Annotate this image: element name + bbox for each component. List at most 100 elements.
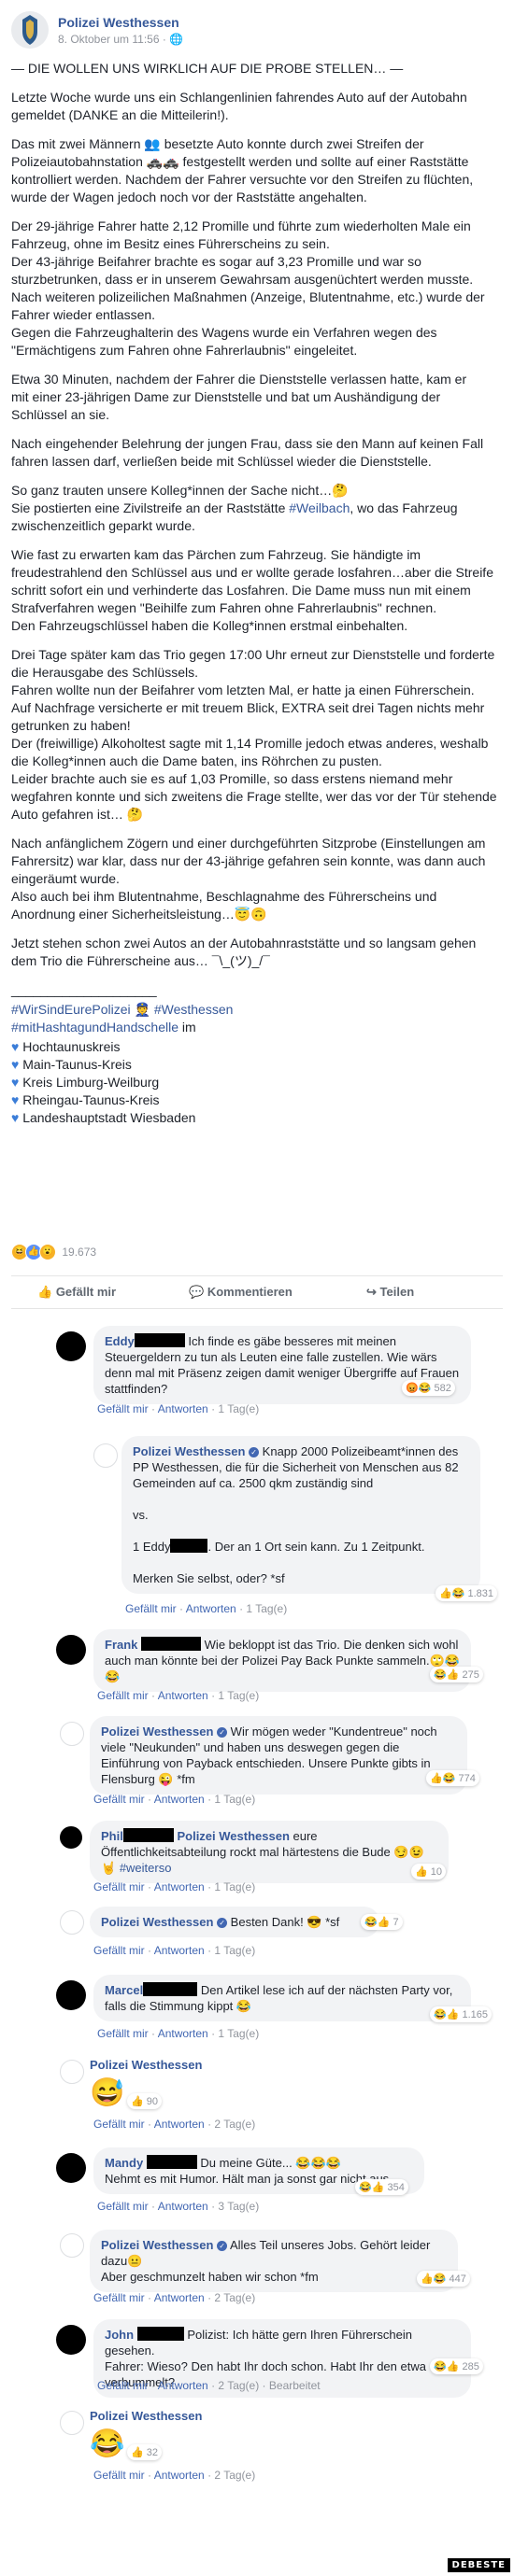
reaction-count: 1.165 — [462, 2009, 488, 2020]
comment-reactions[interactable]: 👍 90 — [127, 2093, 163, 2109]
police-badge-avatar[interactable] — [60, 2411, 84, 2435]
police-badge-avatar[interactable] — [93, 1443, 118, 1468]
comment-reactions[interactable]: 😡😂 582 — [402, 1380, 455, 1396]
comment-reactions[interactable]: 👍😂 447 — [417, 2271, 470, 2287]
comment-meta: Gefällt mir · Antworten · 2 Tag(e) — [93, 2118, 256, 2131]
commenter-name[interactable]: Polizei Westhessen — [101, 1915, 213, 1929]
comment-time[interactable]: 2 Tag(e) — [214, 2118, 255, 2131]
commenter-name[interactable]: Marcel — [105, 1983, 143, 1997]
comment: Marcel Den Artikel lese ich auf der näch… — [0, 1975, 514, 2046]
comment-reply-link[interactable]: Antworten — [158, 2200, 208, 2213]
comment-time[interactable]: 1 Tag(e) — [214, 1944, 255, 1957]
comment-reply: Polizei Westhessen ✓ Alles Teil unseres … — [0, 2230, 514, 2308]
commenter-name[interactable]: Eddy — [105, 1334, 135, 1348]
comment-reply-link[interactable]: Antworten — [158, 1689, 208, 1702]
page-name[interactable]: Polizei Westhessen — [58, 15, 179, 30]
comment-like-link[interactable]: Gefällt mir — [97, 1402, 149, 1415]
reaction-count: 447 — [449, 2273, 466, 2285]
avatar[interactable] — [56, 1635, 86, 1665]
police-badge-avatar[interactable] — [60, 2060, 84, 2084]
comment-reply-link[interactable]: Antworten — [186, 1602, 236, 1615]
police-badge-avatar[interactable] — [11, 11, 49, 49]
commenter-name[interactable]: Polizei Westhessen — [101, 2238, 213, 2252]
comment-like-link[interactable]: Gefällt mir — [97, 2379, 149, 2392]
comment-time[interactable]: 2 Tag(e) — [214, 2469, 255, 2482]
comment-time[interactable]: 1 Tag(e) — [214, 1793, 255, 1806]
commenter-name[interactable]: Polizei Westhessen — [101, 1724, 213, 1738]
region-label: Rheingau-Taunus-Kreis — [22, 1092, 160, 1107]
hashtag-link[interactable]: #Weilbach — [289, 500, 350, 515]
comment-like-link[interactable]: Gefällt mir — [93, 1880, 145, 1893]
comment-reactions[interactable]: 😂👍 275 — [430, 1667, 483, 1682]
comment-reply-link[interactable]: Antworten — [154, 1880, 205, 1893]
comment-like-link[interactable]: Gefällt mir — [93, 2469, 145, 2482]
comment-like-link[interactable]: Gefällt mir — [97, 1689, 149, 1702]
verified-icon: ✓ — [217, 1918, 228, 1928]
comment-reply-link[interactable]: Antworten — [158, 2027, 208, 2040]
comment-time[interactable]: 1 Tag(e) — [214, 1880, 255, 1893]
avatar[interactable] — [56, 1980, 86, 2010]
police-badge-avatar[interactable] — [60, 2233, 84, 2258]
comment-time[interactable]: 1 Tag(e) — [218, 2027, 259, 2040]
comment-reply-link[interactable]: Antworten — [158, 2379, 208, 2392]
reaction-count: 774 — [458, 1773, 476, 1784]
tagged-page-link[interactable]: Polizei Westhessen — [177, 1829, 289, 1843]
commenter-name[interactable]: Polizei Westhessen — [90, 2409, 202, 2423]
post-paragraph: Nach anfänglichem Zögern und einer durch… — [11, 836, 486, 922]
comment-reactions[interactable]: 😂👍 7 — [361, 1914, 403, 1930]
comment-like-link[interactable]: Gefällt mir — [97, 2200, 149, 2213]
like-button[interactable]: 👍 Gefällt mir — [37, 1285, 116, 1300]
divider-text: ____________________ — [11, 982, 157, 997]
avatar[interactable] — [56, 2325, 86, 2355]
comment-reply-link[interactable]: Antworten — [154, 1793, 205, 1806]
hashtag-link[interactable]: #mitHashtagundHandschelle — [11, 1020, 178, 1035]
comment-reactions[interactable]: 👍😂 1.831 — [435, 1585, 497, 1601]
comment-reactions[interactable]: 😂👍 285 — [430, 2358, 483, 2374]
comment-reply-link[interactable]: Antworten — [154, 2118, 205, 2131]
avatar[interactable] — [60, 1826, 82, 1849]
comment-reactions[interactable]: 👍😂 774 — [426, 1770, 479, 1786]
comment-reactions[interactable]: 👍 32 — [127, 2444, 163, 2460]
comment-reactions[interactable]: 👍 10 — [411, 1864, 447, 1879]
comment-reactions[interactable]: 😂👍 354 — [355, 2179, 408, 2195]
comment-text: Besten Dank! 😎 *sf — [230, 1915, 340, 1929]
reaction-count: 19.673 — [62, 1246, 97, 1259]
comment-reply-link[interactable]: Antworten — [158, 1402, 208, 1415]
commenter-name[interactable]: John — [105, 2328, 134, 2342]
comment-reply: Polizei Westhessen 😂 👍 32 Gefällt mir · … — [0, 2407, 514, 2487]
comment-time[interactable]: 1 Tag(e) — [218, 1402, 259, 1415]
commenter-name[interactable]: Frank — [105, 1638, 137, 1652]
share-button[interactable]: ↪ Teilen — [366, 1285, 414, 1300]
comment-like-link[interactable]: Gefällt mir — [93, 1793, 145, 1806]
comment-time[interactable]: 2 Tag(e) — [214, 2291, 255, 2304]
comment-like-link[interactable]: Gefällt mir — [125, 1602, 177, 1615]
comment-reply-link[interactable]: Antworten — [154, 2469, 205, 2482]
hashtag-link[interactable]: #Westhessen — [154, 1002, 234, 1017]
comment-time[interactable]: 3 Tag(e) — [218, 2200, 259, 2213]
commenter-name[interactable]: Polizei Westhessen — [90, 2058, 202, 2072]
hashtag-link[interactable]: #weiterso — [120, 1861, 172, 1875]
comment-reply-link[interactable]: Antworten — [154, 1944, 205, 1957]
comment-like-link[interactable]: Gefällt mir — [93, 1944, 145, 1957]
police-badge-avatar[interactable] — [60, 1910, 84, 1935]
share-arrow-icon: ↪ — [366, 1285, 377, 1299]
comment-time[interactable]: 1 Tag(e) — [218, 1689, 259, 1702]
comment-button[interactable]: 💬 Kommentieren — [189, 1285, 293, 1300]
comment-reply-link[interactable]: Antworten — [154, 2291, 205, 2304]
comment-time[interactable]: 2 Tag(e) — [218, 2379, 259, 2392]
commenter-name[interactable]: Polizei Westhessen — [133, 1444, 245, 1458]
comment-time[interactable]: 1 Tag(e) — [246, 1602, 287, 1615]
avatar[interactable] — [56, 2153, 86, 2183]
avatar[interactable] — [56, 1331, 86, 1361]
post-paragraph: Der 29-jährige Fahrer hatte 2,12 Promill… — [11, 218, 485, 358]
comment-like-link[interactable]: Gefällt mir — [93, 2291, 145, 2304]
comment-like-link[interactable]: Gefällt mir — [97, 2027, 149, 2040]
comment-like-link[interactable]: Gefällt mir — [93, 2118, 145, 2131]
comment-reactions[interactable]: 😂👍 1.165 — [430, 2006, 492, 2022]
commenter-name[interactable]: Phil — [101, 1829, 123, 1843]
commenter-name[interactable]: Mandy — [105, 2156, 143, 2170]
police-badge-avatar[interactable] — [60, 1722, 84, 1746]
hashtag-link[interactable]: #WirSindEurePolizei — [11, 1002, 131, 1017]
post-timestamp[interactable]: 8. Oktober um 11:56 · 🌐 — [58, 33, 183, 46]
reaction-summary[interactable]: 😆 👍 😮 19.673 — [11, 1244, 96, 1264]
